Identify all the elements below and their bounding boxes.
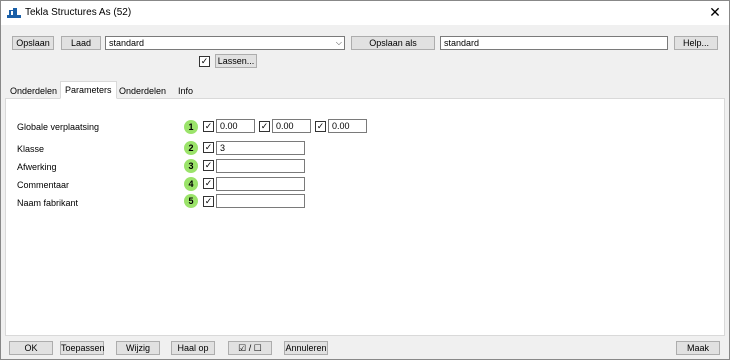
- global-offset-z-field[interactable]: 0.00: [328, 119, 367, 133]
- step-badge: 5: [184, 194, 198, 208]
- finish-field[interactable]: [216, 159, 305, 173]
- global-offset-x-checkbox[interactable]: ✓: [203, 121, 214, 132]
- finish-checkbox[interactable]: ✓: [203, 160, 214, 171]
- row-label-global-offset: Globale verplaatsing: [17, 122, 100, 132]
- tab-info[interactable]: Info: [173, 83, 198, 98]
- ok-button[interactable]: OK: [9, 341, 53, 355]
- welds-button[interactable]: Lassen...: [215, 54, 257, 68]
- step-badge: 3: [184, 159, 198, 173]
- manufacturer-field[interactable]: [216, 194, 305, 208]
- global-offset-z-checkbox[interactable]: ✓: [315, 121, 326, 132]
- save-as-button[interactable]: Opslaan als: [351, 36, 435, 50]
- row-label-comment: Commentaar: [17, 180, 70, 190]
- tab-onderdelen[interactable]: Onderdelen: [5, 83, 62, 98]
- tekla-app-icon: [7, 8, 21, 18]
- chevron-down-icon: ⌵: [335, 38, 342, 47]
- close-icon[interactable]: ✕: [701, 1, 729, 25]
- tab-parameters[interactable]: Parameters: [60, 81, 117, 99]
- comment-field[interactable]: [216, 177, 305, 191]
- step-badge: 1: [184, 120, 198, 134]
- row-label-finish: Afwerking: [17, 162, 57, 172]
- row-label-manufacturer: Naam fabrikant: [17, 198, 79, 208]
- load-preset-dropdown[interactable]: standard ⌵: [105, 36, 345, 50]
- modify-button[interactable]: Wijzig: [116, 341, 160, 355]
- save-as-name-field[interactable]: standard: [440, 36, 668, 50]
- class-field[interactable]: 3: [216, 141, 305, 155]
- global-offset-y-checkbox[interactable]: ✓: [259, 121, 270, 132]
- window-title: Tekla Structures As (52): [25, 7, 132, 18]
- class-checkbox[interactable]: ✓: [203, 142, 214, 153]
- load-button[interactable]: Laad: [61, 36, 101, 50]
- cancel-button[interactable]: Annuleren: [284, 341, 328, 355]
- step-badge: 4: [184, 177, 198, 191]
- load-preset-value: standard: [109, 38, 145, 48]
- tab-onderdelen-2[interactable]: Onderdelen: [114, 83, 171, 98]
- apply-button[interactable]: Toepassen: [60, 341, 105, 355]
- step-badge: 2: [184, 141, 198, 155]
- dialog-window: Tekla Structures As (52) ✕ Opslaan Laad …: [0, 0, 730, 360]
- row-label-class: Klasse: [17, 144, 45, 154]
- manufacturer-checkbox[interactable]: ✓: [203, 196, 214, 207]
- save-button[interactable]: Opslaan: [12, 36, 54, 50]
- create-button[interactable]: Maak: [676, 341, 720, 355]
- get-button[interactable]: Haal op: [171, 341, 215, 355]
- title-bar: Tekla Structures As (52) ✕: [1, 1, 729, 25]
- global-offset-y-field[interactable]: 0.00: [272, 119, 311, 133]
- help-button[interactable]: Help...: [674, 36, 718, 50]
- comment-checkbox[interactable]: ✓: [203, 178, 214, 189]
- global-offset-x-field[interactable]: 0.00: [216, 119, 255, 133]
- parameters-panel: [5, 98, 725, 336]
- welds-checkbox[interactable]: ✓: [199, 56, 210, 67]
- toggle-all-checkboxes-button[interactable]: ☑ / ☐: [228, 341, 272, 355]
